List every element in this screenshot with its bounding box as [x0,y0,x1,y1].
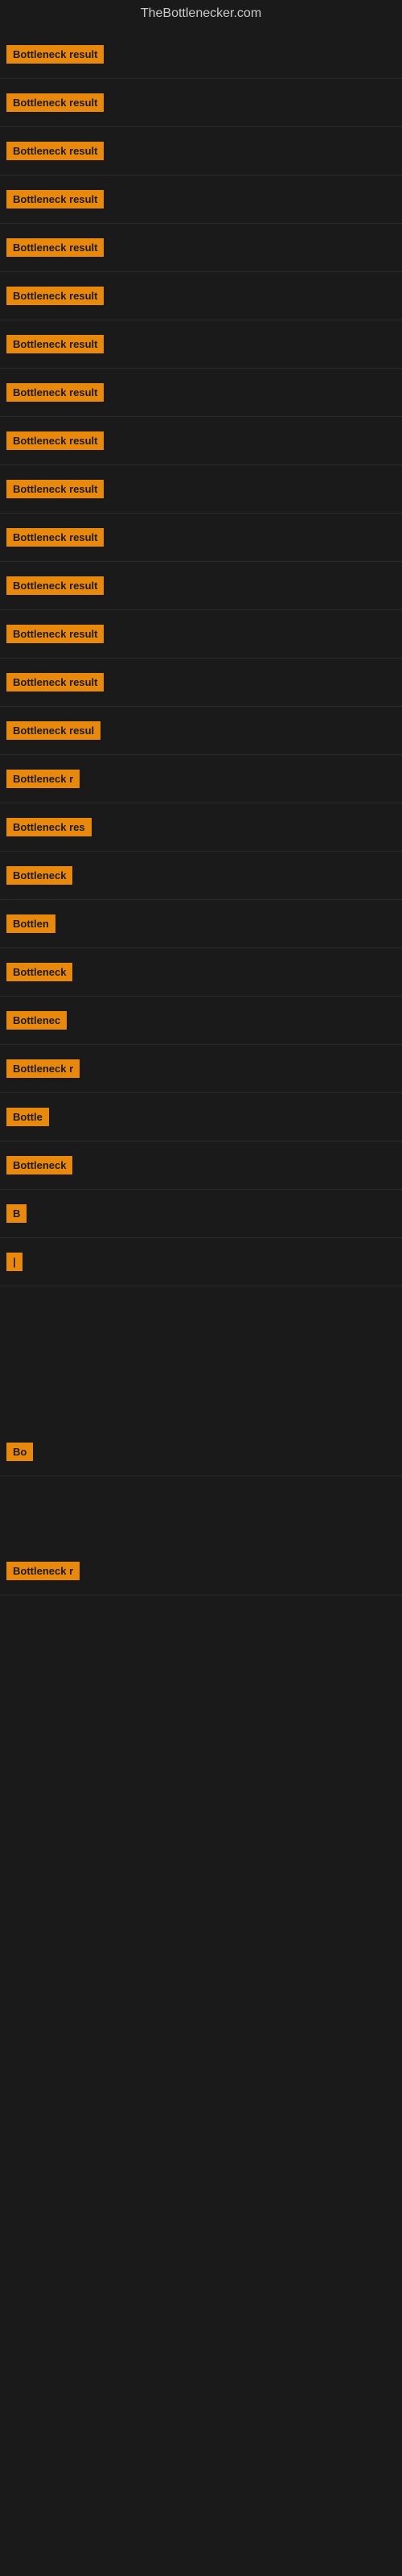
bottleneck-badge: Bottleneck result [6,142,104,160]
bottleneck-item: Bottleneck [0,1141,402,1190]
bottleneck-item: Bottleneck result [0,369,402,417]
bottleneck-badge: Bottleneck res [6,818,92,836]
bottleneck-item: Bottleneck result [0,658,402,707]
page-container: TheBottlenecker.com Bottleneck resultBot… [0,0,402,2576]
bottleneck-badge: Bottle [6,1108,49,1126]
bottleneck-item: Bottleneck r [0,1547,402,1596]
bottleneck-item: | [0,1238,402,1286]
empty-row [0,1357,402,1428]
bottleneck-badge: Bottleneck result [6,335,104,353]
bottleneck-item: Bottleneck result [0,31,402,79]
bottleneck-badge: Bottleneck result [6,238,104,257]
bottleneck-badge: Bottleneck result [6,625,104,643]
bottleneck-badge: Bottleneck result [6,480,104,498]
bottleneck-badge: Bottleneck [6,963,72,981]
bottleneck-item: Bottleneck result [0,610,402,658]
bottleneck-item: Bottleneck result [0,272,402,320]
empty-row [0,1476,402,1547]
empty-row [0,1596,402,1666]
bottleneck-item: Bottleneck result [0,562,402,610]
bottleneck-item: Bottleneck result [0,514,402,562]
bottleneck-item: Bo [0,1428,402,1476]
bottleneck-item: Bottleneck result [0,465,402,514]
bottleneck-item: Bottleneck r [0,755,402,803]
bottleneck-badge: Bottleneck result [6,673,104,691]
bottleneck-item: Bottleneck [0,852,402,900]
bottleneck-item: Bottleneck res [0,803,402,852]
bottleneck-item: Bottleneck result [0,79,402,127]
bottleneck-item: Bottlenec [0,997,402,1045]
bottleneck-badge: Bottleneck result [6,528,104,547]
bottleneck-badge: Bottleneck result [6,93,104,112]
bottleneck-badge: Bottleneck result [6,431,104,450]
bottleneck-item: Bottleneck result [0,224,402,272]
bottleneck-badge: Bottlenec [6,1011,67,1030]
empty-row [0,1666,402,1737]
bottleneck-badge: Bottleneck resul [6,721,100,740]
bottleneck-badge: Bottleneck [6,1156,72,1174]
bottleneck-badge: Bottleneck [6,866,72,885]
bottleneck-badge: Bottleneck result [6,190,104,208]
items-list: Bottleneck result Bottleneck result Bottle… [0,31,402,1808]
bottleneck-badge: Bottleneck result [6,287,104,305]
bottleneck-item: B [0,1190,402,1238]
bottleneck-badge: B [6,1204,27,1223]
bottleneck-badge: Bottleneck r [6,770,80,788]
bottleneck-badge: Bottleneck result [6,383,104,402]
bottleneck-item: Bottleneck result [0,417,402,465]
bottleneck-badge: Bottleneck r [6,1562,80,1580]
empty-row [0,1737,402,1808]
bottleneck-badge: Bottleneck result [6,45,104,64]
bottleneck-item: Bottleneck [0,948,402,997]
bottleneck-item: Bottleneck r [0,1045,402,1093]
bottleneck-badge: Bottlen [6,914,55,933]
bottleneck-item: Bottleneck result [0,127,402,175]
bottleneck-badge: | [6,1253,23,1271]
bottleneck-item: Bottleneck result [0,320,402,369]
site-title: TheBottlenecker.com [0,0,402,31]
bottleneck-item: Bottlen [0,900,402,948]
bottleneck-badge: Bottleneck r [6,1059,80,1078]
empty-row [0,1286,402,1357]
bottleneck-badge: Bottleneck result [6,576,104,595]
bottleneck-badge: Bo [6,1443,33,1461]
bottleneck-item: Bottleneck resul [0,707,402,755]
bottleneck-item: Bottleneck result [0,175,402,224]
bottleneck-item: Bottle [0,1093,402,1141]
